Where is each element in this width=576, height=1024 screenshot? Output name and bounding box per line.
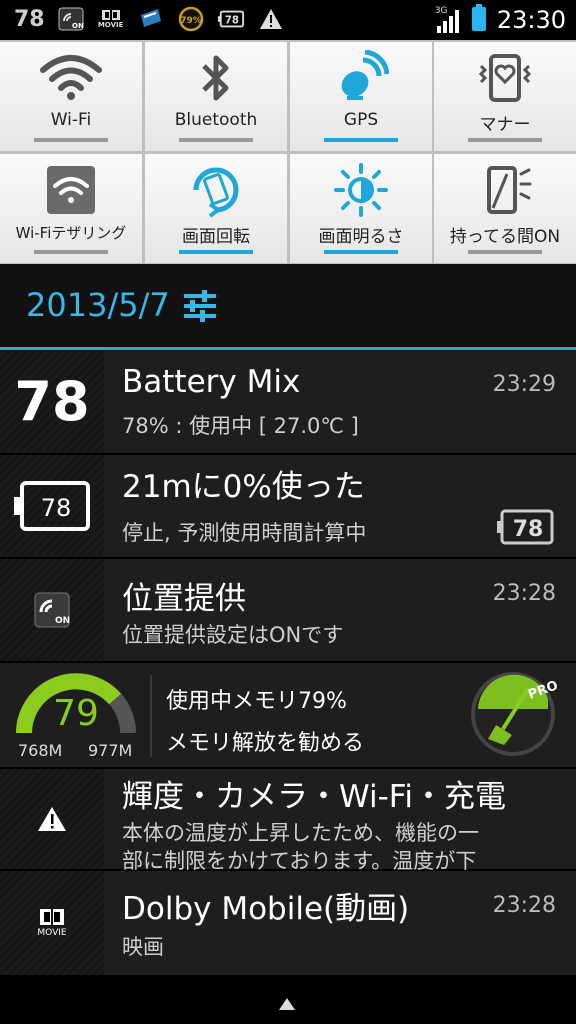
gps-toggle[interactable]: GPS [290,42,432,151]
notification-title: 21mに0%使った [122,469,365,505]
notification-battery-usage[interactable]: 78 21mに0%使った 停止, 予測使用時間計算中 78 [0,455,576,559]
screen-rotation-toggle[interactable]: 画面回転 [145,154,287,263]
notification-title: 位置提供 [122,581,246,617]
notification-text: 停止, 予測使用時間計算中 [122,521,367,545]
quick-settings-panel: Wi-Fi Bluetooth GPS マナー Wi-Fiテザリング 画面回転 … [0,40,576,264]
svg-text:78: 78 [41,494,72,522]
bluetooth-icon [145,50,287,106]
notification-memory[interactable]: 79 768M 977M 使用中メモリ79% メモリ解放を勧める PRO [0,663,576,769]
bluetooth-label: Bluetooth [174,110,258,130]
status-bar: 78 ON MOVIE 79% 78 3G 23:30 [0,0,576,40]
battery-outline-icon: 78 [0,455,104,557]
notification-text: 映画 [122,935,164,959]
notification-battery-mix[interactable]: 78 Battery Mix 78% : 使用中 [ 27.0℃ ] 23:29 [0,350,576,455]
notification-title: Dolby Mobile(動画) [122,891,410,927]
memory-line1: 使用中メモリ79% [166,689,347,714]
panel-handle-bar[interactable] [0,986,576,1024]
hold-on-indicator [468,250,542,254]
movie-label: MOVIE [97,21,124,29]
warning-icon [257,6,285,32]
manner-label: マナー [479,115,531,135]
location-on-icon: ON [57,6,85,32]
screen-rotation-icon [145,162,287,218]
collapse-arrow-icon[interactable] [279,998,295,1010]
battery-level-text: 78 [14,6,45,32]
memory-gauge-max: 977M [88,741,133,760]
location-provide-icon: ON [0,559,104,661]
dolby-movie-icon: MOVIE [97,6,125,32]
hold-on-icon [434,162,576,218]
svg-text:79%: 79% [180,16,202,26]
wifi-tethering-label: Wi-Fiテザリング [15,224,127,242]
memory-divider [150,675,152,757]
memory-gauge-value: 79 [53,693,99,734]
memory-gauge: 79 [14,671,138,741]
battery-mix-icon: 78 [0,350,104,453]
notification-title: 輝度・カメラ・Wi-Fi・充電 [122,779,506,815]
memory-cleaner-icon [137,6,165,32]
brightness-toggle[interactable]: 画面明るさ [290,154,432,263]
svg-text:78: 78 [224,15,238,27]
memory-cleaner-pro-icon[interactable]: PRO [468,669,560,763]
notification-time: 23:28 [492,893,556,918]
svg-text:ON: ON [72,22,84,30]
memory-gauge-min: 768M [18,741,63,760]
warning-triangle-icon [0,769,104,869]
wifi-indicator [34,138,108,142]
notification-temperature-warning[interactable]: 輝度・カメラ・Wi-Fi・充電 本体の温度が上昇したため、機能の一 部に制限をか… [0,769,576,873]
memory-79-icon: 79% [177,6,205,32]
signal-icon: 3G [435,6,461,34]
notification-title: Battery Mix [122,364,301,400]
wifi-label: Wi-Fi [50,110,92,130]
wifi-tethering-toggle[interactable]: Wi-Fiテザリング [0,154,142,263]
wifi-tethering-indicator [34,250,108,254]
notification-location[interactable]: ON 位置提供 位置提供設定はONです 23:28 [0,559,576,663]
brightness-label: 画面明るさ [318,227,404,247]
hold-on-label: 持ってる間ON [449,227,561,247]
notification-text: 本体の温度が上昇したため、機能の一 [122,821,479,845]
gps-icon [290,50,432,106]
battery-78-icon: 78 [217,6,245,32]
screen-rotation-label: 画面回転 [182,227,250,247]
settings-sliders-icon[interactable] [182,288,218,328]
battery-mix-icon-text: 78 [14,370,90,433]
clock: 23:30 [496,6,566,34]
brightness-icon [290,162,432,218]
svg-text:78: 78 [513,517,544,542]
bluetooth-indicator [179,138,253,142]
manner-mode-toggle[interactable]: マナー [434,42,576,151]
dolby-icon-label: MOVIE [37,928,67,938]
manner-mode-icon [434,50,576,106]
notification-time: 23:29 [492,372,556,397]
hold-on-toggle[interactable]: 持ってる間ON [434,154,576,263]
gps-indicator [324,138,398,142]
svg-text:ON: ON [55,616,70,626]
wifi-icon [0,50,142,106]
battery-icon [471,4,487,36]
manner-indicator [468,138,542,142]
battery-badge-icon: 78 [496,509,554,549]
notification-text: 78% : 使用中 [ 27.0℃ ] [122,414,359,438]
wifi-tethering-icon [0,162,142,218]
memory-line2: メモリ解放を勧める [166,731,365,756]
date-row: 2013/5/7 [0,264,576,348]
screen-rotation-indicator [179,250,253,254]
bluetooth-toggle[interactable]: Bluetooth [145,42,287,151]
wifi-toggle[interactable]: Wi-Fi [0,42,142,151]
dolby-movie-icon-large: MOVIE [0,871,104,975]
notification-dolby[interactable]: MOVIE Dolby Mobile(動画) 映画 23:28 [0,871,576,977]
notification-text: 位置提供設定はONです [122,623,344,647]
date-text: 2013/5/7 [26,286,170,324]
notification-time: 23:28 [492,581,556,606]
brightness-indicator [324,250,398,254]
gps-label: GPS [343,110,379,130]
